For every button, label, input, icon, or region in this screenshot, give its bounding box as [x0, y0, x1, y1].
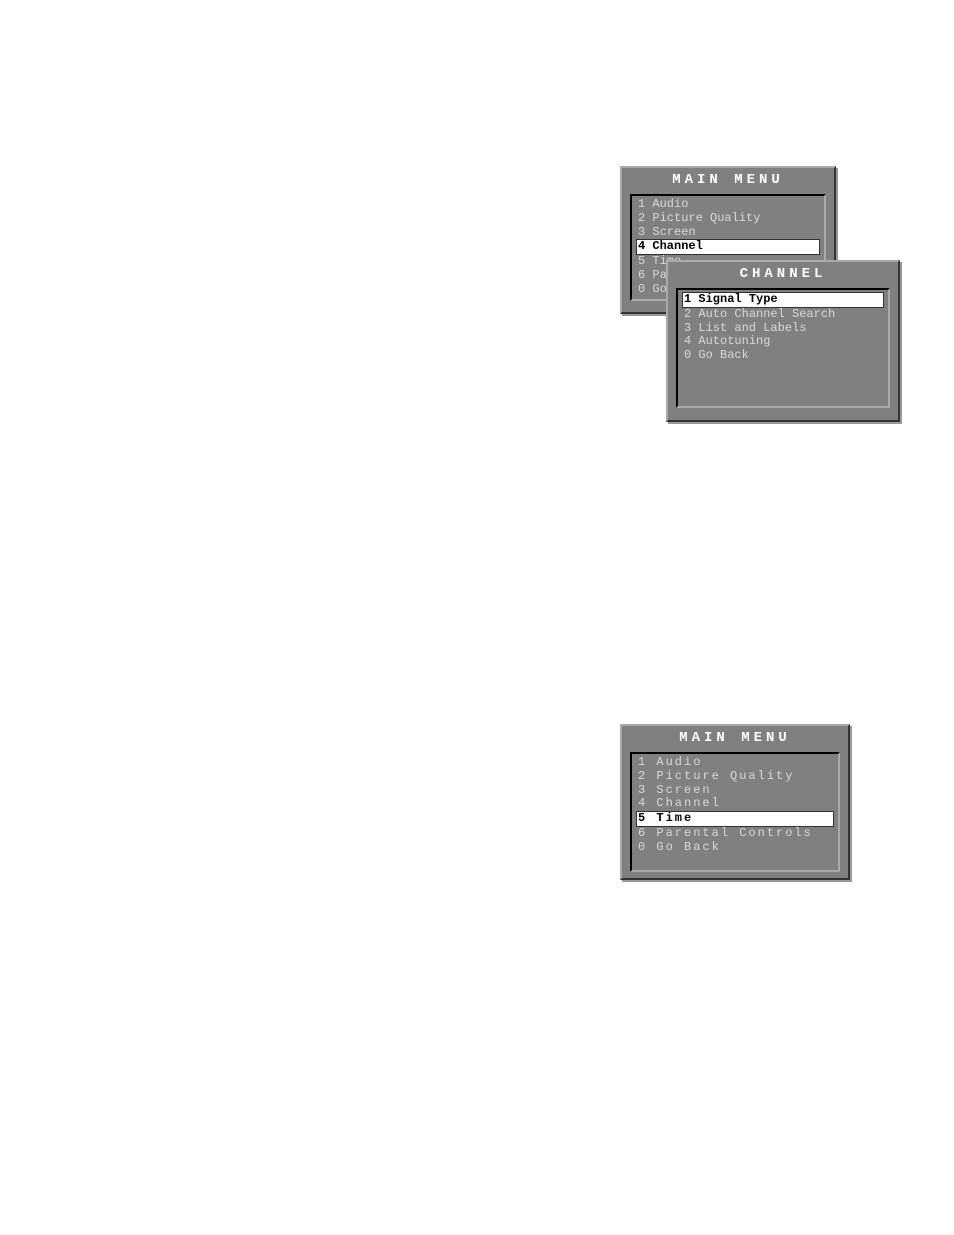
menu-item-screen[interactable]: 3 Screen	[636, 226, 820, 240]
menu-item-parental-controls-b[interactable]: 6 Parental Controls	[636, 827, 834, 841]
channel-submenu-body: 1 Signal Type 2 Auto Channel Search 3 Li…	[676, 288, 890, 408]
menu-item-channel[interactable]: 4 Channel	[636, 239, 820, 255]
menu-item-list-and-labels[interactable]: 3 List and Labels	[682, 322, 884, 336]
main-menu-panel-bottom: MAIN MENU 1 Audio 2 Picture Quality 3 Sc…	[620, 724, 850, 880]
menu-item-signal-type[interactable]: 1 Signal Type	[682, 292, 884, 308]
main-menu-body-bottom: 1 Audio 2 Picture Quality 3 Screen 4 Cha…	[630, 752, 840, 872]
menu-item-go-back-b[interactable]: 0 Go Back	[636, 841, 834, 855]
main-menu-title: MAIN MENU	[622, 168, 834, 190]
menu-item-channel-b[interactable]: 4 Channel	[636, 797, 834, 811]
menu-item-audio-b[interactable]: 1 Audio	[636, 756, 834, 770]
channel-submenu-panel: CHANNEL 1 Signal Type 2 Auto Channel Sea…	[666, 260, 900, 422]
menu-item-picture-quality-b[interactable]: 2 Picture Quality	[636, 770, 834, 784]
main-menu-title-bottom: MAIN MENU	[622, 726, 848, 748]
channel-submenu-title: CHANNEL	[668, 262, 898, 284]
menu-item-screen-b[interactable]: 3 Screen	[636, 784, 834, 798]
menu-item-time-b[interactable]: 5 Time	[636, 811, 834, 827]
menu-item-auto-channel-search[interactable]: 2 Auto Channel Search	[682, 308, 884, 322]
menu-item-picture-quality[interactable]: 2 Picture Quality	[636, 212, 820, 226]
menu-item-autotuning[interactable]: 4 Autotuning	[682, 335, 884, 349]
menu-item-audio[interactable]: 1 Audio	[636, 198, 820, 212]
menu-item-go-back[interactable]: 0 Go Back	[682, 349, 884, 363]
